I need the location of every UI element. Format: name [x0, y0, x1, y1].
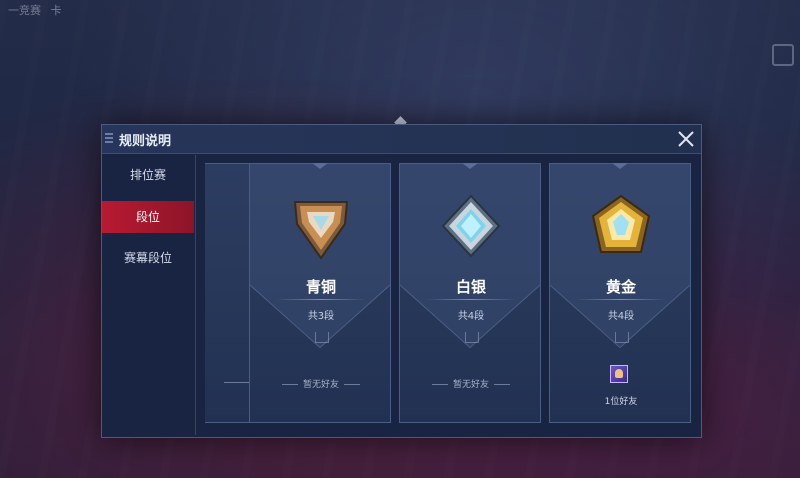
top-left-label: 一竞赛 卡 — [8, 2, 68, 18]
menu-icon — [772, 44, 794, 66]
rank-card-silver[interactable]: 白银 共4段 暂无好友 — [399, 163, 541, 423]
rank-count: 共4段 — [607, 311, 635, 322]
rank-count: 共3段 — [307, 311, 335, 322]
bracket-icon — [465, 332, 479, 343]
divider — [576, 299, 666, 300]
grip-icon — [105, 133, 113, 145]
rules-dialog: 规则说明 排位赛 段位 赛幕段位 青铜 共3段 暂无好友 白银 共4段 暂无好友… — [101, 124, 702, 438]
sidebar: 排位赛 段位 赛幕段位 — [102, 155, 196, 435]
rank-name: 白银 — [455, 278, 486, 296]
bronze-badge-icon — [293, 201, 349, 260]
close-button[interactable] — [675, 128, 697, 150]
friend-avatar[interactable] — [610, 365, 628, 383]
sidebar-item-tier[interactable]: 段位 — [102, 201, 194, 233]
dialog-title-bar: 规则说明 — [102, 125, 701, 154]
top-left-text-1: 一竞赛 — [8, 4, 41, 17]
divider — [426, 299, 516, 300]
notch-icon — [612, 163, 628, 169]
rank-card-bronze[interactable]: 青铜 共3段 暂无好友 — [249, 163, 391, 423]
divider — [276, 299, 366, 300]
sidebar-item-season-tier[interactable]: 赛幕段位 — [102, 242, 194, 274]
top-left-text-2: 卡 — [50, 4, 62, 17]
rank-name: 黄金 — [605, 278, 636, 296]
bracket-icon — [315, 332, 329, 343]
notch-icon — [462, 163, 478, 169]
friend-count: 1位好友 — [604, 397, 638, 407]
silver-badge-icon — [441, 194, 501, 258]
sidebar-item-ranked[interactable]: 排位赛 — [102, 159, 194, 191]
friends-status: 暂无好友 — [400, 377, 542, 390]
rank-card-gold[interactable]: 黄金 共4段 1位好友 — [549, 163, 691, 423]
bracket-icon — [615, 332, 629, 343]
dialog-title: 规则说明 — [119, 134, 172, 149]
rank-cards-carousel[interactable]: 青铜 共3段 暂无好友 白银 共4段 暂无好友 黄金 共4段 1位好友 — [205, 163, 693, 423]
friends-status: 暂无好友 — [250, 377, 392, 390]
gold-badge-icon — [591, 194, 651, 253]
rank-count: 共4段 — [457, 311, 485, 322]
rank-name: 青铜 — [305, 278, 336, 296]
close-icon — [678, 131, 694, 147]
notch-icon — [312, 163, 328, 169]
